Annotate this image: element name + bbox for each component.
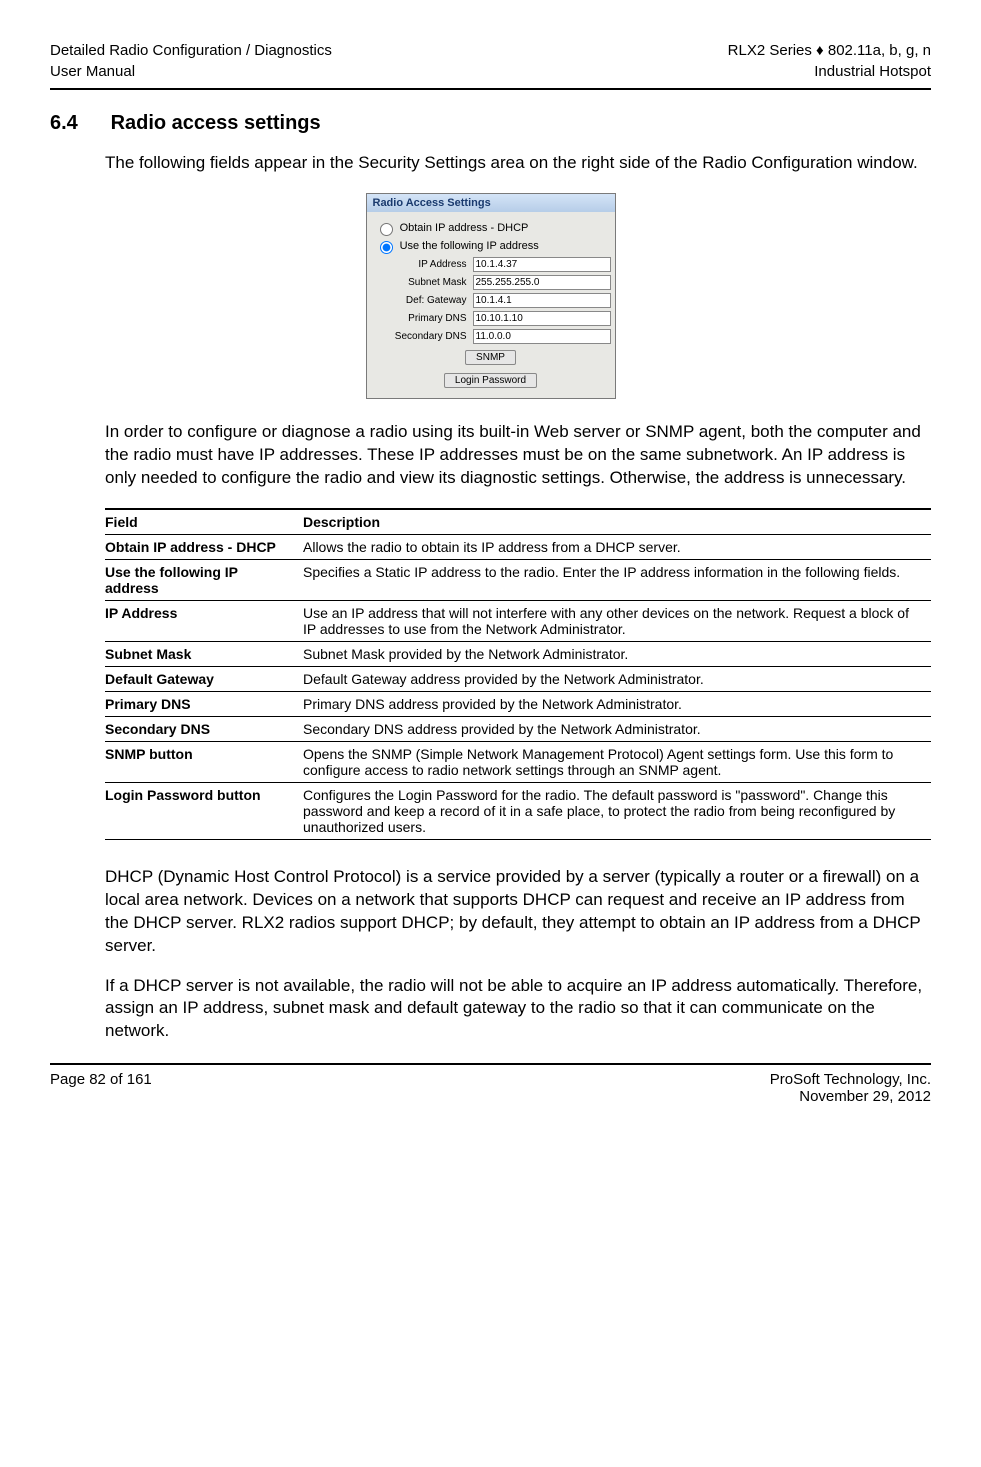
section-heading: 6.4 Radio access settings xyxy=(50,112,931,135)
table-header-description: Description xyxy=(303,509,931,535)
dhcp-option[interactable]: Obtain IP address - DHCP xyxy=(375,220,607,236)
table-row: SNMP buttonOpens the SNMP (Simple Networ… xyxy=(105,741,931,782)
field-description-table: Field Description Obtain IP address - DH… xyxy=(105,508,931,840)
login-password-button[interactable]: Login Password xyxy=(444,373,537,388)
ip-address-input[interactable] xyxy=(473,257,611,272)
gateway-input[interactable] xyxy=(473,293,611,308)
static-option[interactable]: Use the following IP address xyxy=(375,238,607,254)
header-left-line1: Detailed Radio Configuration / Diagnosti… xyxy=(50,40,332,61)
gateway-label: Def: Gateway xyxy=(375,295,473,306)
table-row: Login Password buttonConfigures the Logi… xyxy=(105,782,931,839)
subnet-mask-label: Subnet Mask xyxy=(375,277,473,288)
footer-page: Page 82 of 161 xyxy=(50,1071,152,1105)
snmp-button[interactable]: SNMP xyxy=(465,350,516,365)
page-footer: Page 82 of 161 ProSoft Technology, Inc. … xyxy=(50,1071,931,1105)
header-left-line2: User Manual xyxy=(50,61,332,82)
paragraph-2: In order to configure or diagnose a radi… xyxy=(105,421,931,490)
header-rule xyxy=(50,88,931,90)
page-header: Detailed Radio Configuration / Diagnosti… xyxy=(50,40,931,82)
dhcp-radio[interactable] xyxy=(380,223,393,236)
table-row: Use the following IP addressSpecifies a … xyxy=(105,559,931,600)
section-number: 6.4 xyxy=(50,112,105,135)
table-row: Subnet MaskSubnet Mask provided by the N… xyxy=(105,641,931,666)
dhcp-label: Obtain IP address - DHCP xyxy=(400,222,529,234)
paragraph-3: DHCP (Dynamic Host Control Protocol) is … xyxy=(105,866,931,958)
footer-rule xyxy=(50,1063,931,1065)
header-right-line1: RLX2 Series ♦ 802.11a, b, g, n xyxy=(728,40,931,61)
static-label: Use the following IP address xyxy=(400,240,539,252)
table-row: Default GatewayDefault Gateway address p… xyxy=(105,666,931,691)
secondary-dns-label: Secondary DNS xyxy=(375,331,473,342)
radio-access-settings-panel: Radio Access Settings Obtain IP address … xyxy=(366,193,616,399)
ip-address-label: IP Address xyxy=(375,259,473,270)
primary-dns-input[interactable] xyxy=(473,311,611,326)
paragraph-4: If a DHCP server is not available, the r… xyxy=(105,975,931,1044)
table-header-field: Field xyxy=(105,509,303,535)
table-row: Secondary DNSSecondary DNS address provi… xyxy=(105,716,931,741)
static-radio[interactable] xyxy=(380,241,393,254)
header-right-line2: Industrial Hotspot xyxy=(728,61,931,82)
secondary-dns-input[interactable] xyxy=(473,329,611,344)
table-row: Primary DNSPrimary DNS address provided … xyxy=(105,691,931,716)
footer-date: November 29, 2012 xyxy=(770,1088,931,1105)
intro-paragraph: The following fields appear in the Secur… xyxy=(105,152,931,175)
table-row: Obtain IP address - DHCPAllows the radio… xyxy=(105,534,931,559)
panel-title: Radio Access Settings xyxy=(367,194,615,212)
footer-company: ProSoft Technology, Inc. xyxy=(770,1071,931,1088)
subnet-mask-input[interactable] xyxy=(473,275,611,290)
table-row: IP AddressUse an IP address that will no… xyxy=(105,600,931,641)
primary-dns-label: Primary DNS xyxy=(375,313,473,324)
section-title: Radio access settings xyxy=(111,112,321,134)
